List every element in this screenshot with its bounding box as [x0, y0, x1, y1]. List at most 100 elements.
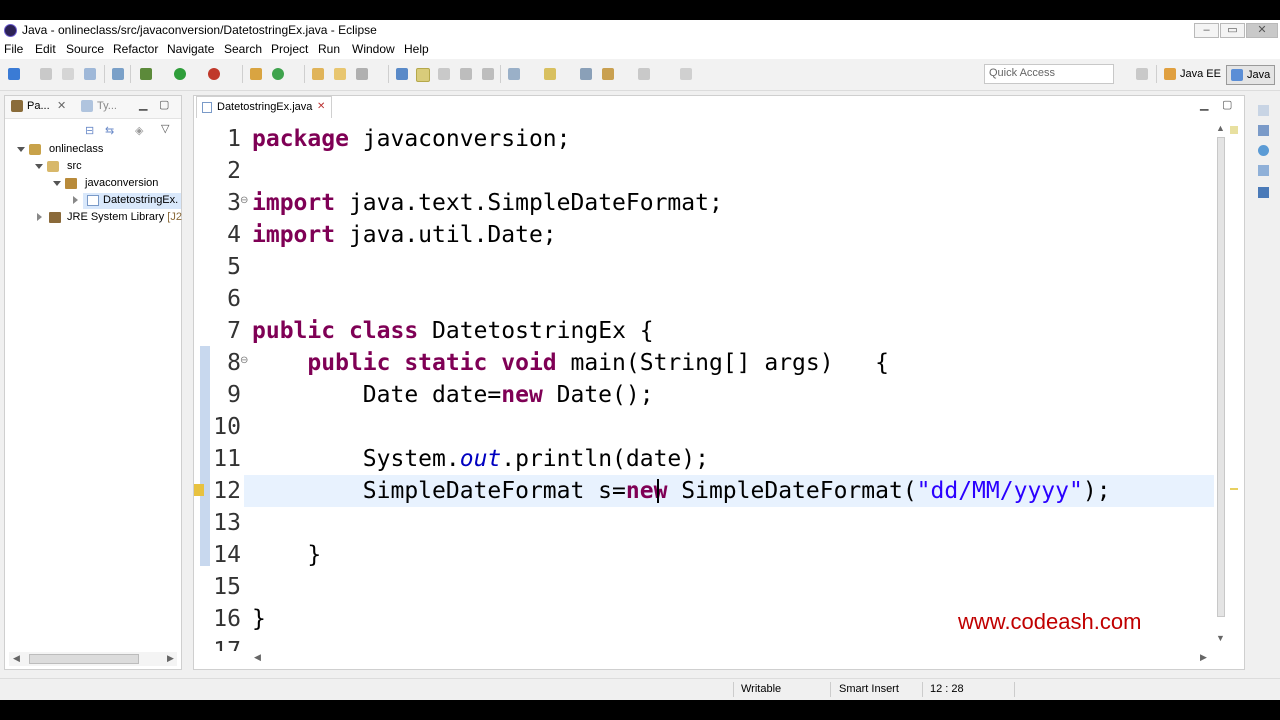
javadoc-icon[interactable]: [1258, 145, 1269, 156]
view-menu-icon[interactable]: ▽: [161, 122, 169, 135]
toggle-block-selection-icon[interactable]: [438, 68, 450, 80]
open-task-icon[interactable]: [334, 68, 346, 80]
code-line-current: 12 SimpleDateFormat s=new SimpleDateForm…: [194, 475, 1214, 507]
show-whitespace-icon[interactable]: [460, 68, 472, 80]
menu-navigate[interactable]: Navigate: [167, 42, 214, 56]
next-edit-icon[interactable]: [508, 68, 520, 80]
menu-edit[interactable]: Edit: [35, 42, 56, 56]
new-java-project-icon[interactable]: [250, 68, 262, 80]
console-icon[interactable]: [1258, 187, 1269, 198]
minimize-editor-icon[interactable]: ▁: [1200, 98, 1208, 111]
minimize-button[interactable]: –: [1194, 23, 1219, 38]
external-tools-icon[interactable]: [208, 68, 220, 80]
maximize-view-icon[interactable]: ▢: [159, 98, 169, 111]
fold-icon[interactable]: ⊖: [240, 195, 248, 206]
tree-item-src[interactable]: src: [67, 160, 82, 172]
menu-refactor[interactable]: Refactor: [113, 42, 158, 56]
skip-breakpoints-icon[interactable]: [112, 68, 124, 80]
new-class-icon[interactable]: [272, 68, 284, 80]
right-trim-bar: [1252, 95, 1276, 215]
focus-icon[interactable]: ◈: [135, 124, 143, 137]
scroll-up-icon[interactable]: ▲: [1216, 123, 1225, 133]
tab-package-explorer[interactable]: Pa...: [27, 100, 50, 112]
collapse-all-icon[interactable]: ⊟: [85, 124, 94, 137]
collapse-icon[interactable]: [73, 196, 78, 204]
quick-access-input[interactable]: Quick Access: [984, 64, 1114, 84]
scroll-thumb[interactable]: [1217, 137, 1225, 617]
library-icon: [49, 212, 61, 223]
open-type-icon[interactable]: [312, 68, 324, 80]
tab-type-hierarchy[interactable]: Ty...: [97, 100, 117, 112]
package-explorer-tabs: Pa... ✕ Ty... ▁ ▢: [5, 96, 181, 119]
menu-source[interactable]: Source: [66, 42, 104, 56]
tree-item-package[interactable]: javaconversion: [85, 177, 158, 189]
pin-editor-icon[interactable]: [680, 68, 692, 80]
forward-icon[interactable]: [638, 68, 650, 80]
outline-icon[interactable]: [1258, 125, 1269, 136]
code-editor[interactable]: 1 package javaconversion; 2 3 ⊖ import j…: [194, 123, 1216, 651]
open-perspective-icon[interactable]: [1136, 68, 1148, 80]
fold-icon[interactable]: ⊖: [240, 355, 248, 366]
tree-item-java-file[interactable]: DatetostringEx.: [103, 194, 178, 206]
perspective-javaee[interactable]: Java EE: [1164, 65, 1221, 83]
close-icon[interactable]: ✕: [317, 101, 325, 112]
menu-project[interactable]: Project: [271, 42, 308, 56]
java-perspective-icon: [1231, 69, 1243, 82]
tree-item-jre[interactable]: JRE System Library [J2: [67, 211, 182, 223]
scroll-left-icon[interactable]: ◀: [13, 653, 20, 664]
menu-bar: File Edit Source Refactor Navigate Searc…: [0, 41, 1280, 59]
warning-icon[interactable]: [194, 484, 204, 496]
title-bar: Java - onlineclass/src/javaconversion/Da…: [0, 20, 1280, 41]
menu-search[interactable]: Search: [224, 42, 262, 56]
menu-run[interactable]: Run: [318, 42, 340, 56]
perspective-java[interactable]: Java: [1226, 65, 1276, 85]
tree-item-project[interactable]: onlineclass: [49, 143, 103, 155]
declaration-icon[interactable]: [1258, 165, 1269, 176]
maximize-button[interactable]: ▭: [1220, 23, 1245, 38]
code-line: 7 public class DatetostringEx {: [227, 318, 654, 344]
editor-tab[interactable]: DatetostringEx.java ✕: [196, 96, 332, 118]
pilcrow-icon[interactable]: [482, 68, 494, 80]
menu-window[interactable]: Window: [352, 42, 395, 56]
text-cursor: [657, 479, 659, 503]
restore-icon[interactable]: [1258, 105, 1269, 116]
menu-file[interactable]: File: [4, 42, 23, 56]
minimize-view-icon[interactable]: ▁: [139, 98, 147, 111]
scroll-left-icon[interactable]: ◀: [254, 652, 261, 663]
window-title: Java - onlineclass/src/javaconversion/Da…: [22, 23, 377, 37]
next-annotation-icon[interactable]: [396, 68, 408, 80]
menu-help[interactable]: Help: [404, 42, 429, 56]
run-icon[interactable]: [174, 68, 186, 80]
code-line: 17: [213, 638, 241, 651]
scroll-thumb[interactable]: [29, 654, 139, 664]
save-icon[interactable]: [40, 68, 52, 80]
code-line: 4 import java.util.Date;: [227, 222, 557, 248]
collapse-icon[interactable]: [37, 213, 42, 221]
expand-icon[interactable]: [53, 181, 61, 186]
print-icon[interactable]: [84, 68, 96, 80]
close-icon[interactable]: ✕: [57, 99, 66, 112]
link-with-editor-icon[interactable]: ⇆: [105, 124, 114, 137]
expand-icon[interactable]: [17, 147, 25, 152]
vertical-scrollbar[interactable]: ▲ ▼: [1214, 121, 1228, 651]
scroll-down-icon[interactable]: ▼: [1216, 633, 1225, 643]
type-hierarchy-icon: [81, 100, 93, 112]
overview-ruler-marker[interactable]: [1230, 488, 1238, 490]
overview-ruler-marker[interactable]: [1230, 126, 1238, 134]
search-icon[interactable]: [356, 68, 368, 80]
close-button[interactable]: ✕: [1246, 23, 1278, 38]
toggle-mark-occurrences-icon[interactable]: [416, 68, 430, 82]
debug-icon[interactable]: [140, 68, 152, 80]
expand-icon[interactable]: [35, 164, 43, 169]
scroll-right-icon[interactable]: ▶: [1200, 652, 1207, 663]
horizontal-scrollbar[interactable]: ◀ ▶: [252, 651, 1212, 665]
scroll-right-icon[interactable]: ▶: [167, 653, 174, 664]
maximize-editor-icon[interactable]: ▢: [1222, 98, 1232, 111]
horizontal-scrollbar[interactable]: ◀ ▶: [9, 652, 177, 666]
back-icon[interactable]: [602, 68, 614, 80]
source-folder-icon: [47, 161, 59, 172]
previous-edit-icon[interactable]: [544, 68, 556, 80]
new-icon[interactable]: [8, 68, 20, 80]
last-edit-location-icon[interactable]: [580, 68, 592, 80]
save-all-icon[interactable]: [62, 68, 74, 80]
